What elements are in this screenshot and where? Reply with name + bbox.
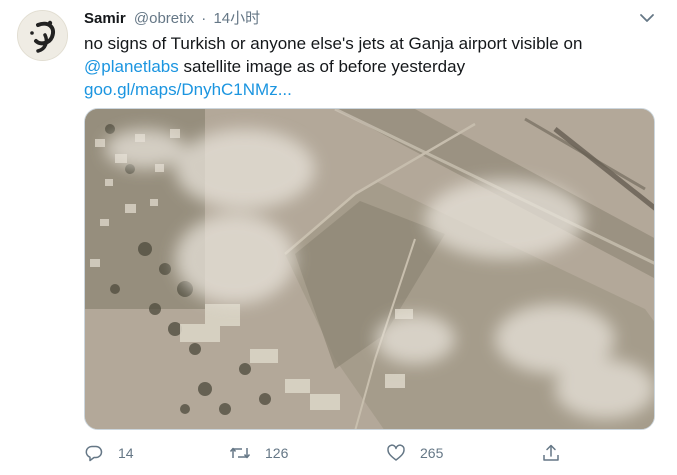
chevron-down-icon <box>640 14 654 22</box>
satellite-image <box>85 109 654 429</box>
reply-count: 14 <box>118 445 134 461</box>
tweet-header: Samir @obretix · 14小时 <box>84 9 260 29</box>
avatar[interactable] <box>17 10 68 61</box>
tweet: Samir @obretix · 14小时 no signs of Turkis… <box>0 0 677 475</box>
tweet-text-line-1: no signs of Turkish or anyone else's jet… <box>84 34 583 53</box>
author-handle[interactable]: @obretix <box>134 10 194 27</box>
share-icon <box>543 444 559 461</box>
tweet-text-line-2: @planetlabs satellite image as of before… <box>84 55 664 78</box>
tweet-actions: 14 126 265 <box>84 441 564 467</box>
retweet-icon <box>229 447 251 459</box>
retweet-button[interactable]: 126 <box>229 441 288 465</box>
reply-icon <box>85 445 103 462</box>
tweet-menu-button[interactable] <box>637 10 657 26</box>
like-count: 265 <box>420 445 444 461</box>
tweet-text-line-2-rest: satellite image as of before yesterday <box>178 57 466 76</box>
tweet-media-image[interactable] <box>84 108 655 430</box>
author-name[interactable]: Samir <box>84 10 126 27</box>
tweet-text: no signs of Turkish or anyone else's jet… <box>84 32 664 101</box>
avatar-image <box>18 11 67 60</box>
separator-dot: · <box>201 10 207 27</box>
tweet-timestamp[interactable]: 14小时 <box>213 10 260 27</box>
reply-button[interactable]: 14 <box>84 441 134 465</box>
like-button[interactable]: 265 <box>386 441 443 465</box>
mention-link[interactable]: @planetlabs <box>84 57 179 76</box>
url-link[interactable]: goo.gl/maps/DnyhC1NMz... <box>84 78 664 101</box>
share-button[interactable] <box>541 441 561 465</box>
heart-icon <box>387 444 405 461</box>
retweet-count: 126 <box>265 445 289 461</box>
